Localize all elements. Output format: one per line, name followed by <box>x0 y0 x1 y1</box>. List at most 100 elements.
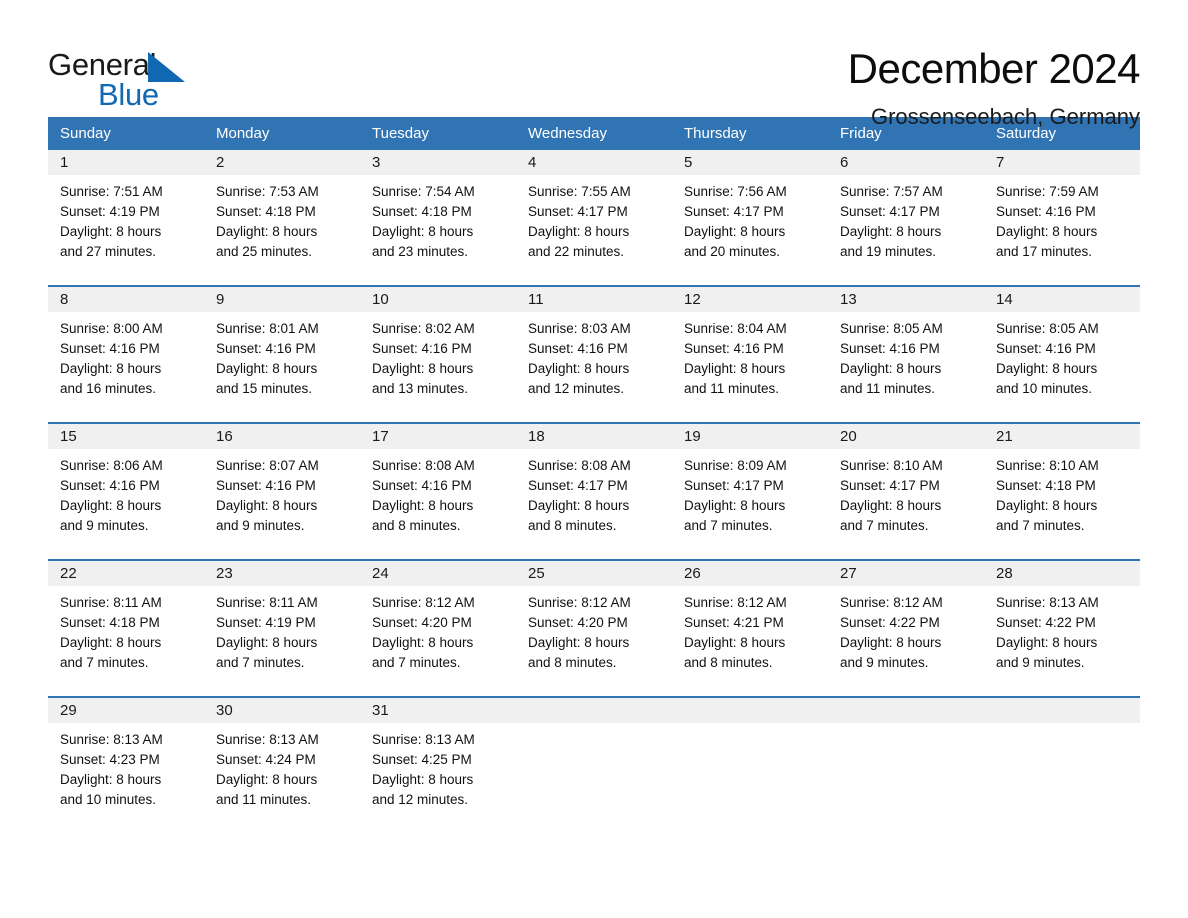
daylight-text-line2: and 27 minutes. <box>60 244 157 259</box>
sunrise-text: Sunrise: 8:13 AM <box>372 732 475 747</box>
sunrise-text: Sunrise: 8:12 AM <box>372 595 475 610</box>
day-details: Sunrise: 7:51 AM Sunset: 4:19 PM Dayligh… <box>48 175 204 262</box>
daylight-text-line1: Daylight: 8 hours <box>60 772 162 787</box>
day-details: Sunrise: 8:06 AM Sunset: 4:16 PM Dayligh… <box>48 449 204 536</box>
weekday-header-sunday: Sunday <box>60 125 111 142</box>
calendar-day-cell[interactable]: 28 Sunrise: 8:13 AM Sunset: 4:22 PM Dayl… <box>984 561 1140 686</box>
daylight-text-line2: and 7 minutes. <box>684 518 773 533</box>
daylight-text-line1: Daylight: 8 hours <box>840 224 942 239</box>
daylight-text-line2: and 9 minutes. <box>840 655 929 670</box>
logo-text-blue: Blue <box>98 77 159 112</box>
daylight-text-line1: Daylight: 8 hours <box>684 224 786 239</box>
daylight-text-line1: Daylight: 8 hours <box>216 498 318 513</box>
calendar-day-cell[interactable]: 24 Sunrise: 8:12 AM Sunset: 4:20 PM Dayl… <box>360 561 516 686</box>
daylight-text-line2: and 11 minutes. <box>840 381 936 396</box>
day-number: 9 <box>204 287 360 312</box>
day-details: Sunrise: 8:00 AM Sunset: 4:16 PM Dayligh… <box>48 312 204 399</box>
calendar-day-cell[interactable]: 6 Sunrise: 7:57 AM Sunset: 4:17 PM Dayli… <box>828 150 984 275</box>
daylight-text-line1: Daylight: 8 hours <box>60 361 162 376</box>
calendar-day-cell[interactable]: 3 Sunrise: 7:54 AM Sunset: 4:18 PM Dayli… <box>360 150 516 275</box>
sunset-text: Sunset: 4:19 PM <box>216 615 316 630</box>
calendar-day-cell[interactable]: 26 Sunrise: 8:12 AM Sunset: 4:21 PM Dayl… <box>672 561 828 686</box>
calendar-day-cell[interactable]: 25 Sunrise: 8:12 AM Sunset: 4:20 PM Dayl… <box>516 561 672 686</box>
daylight-text-line1: Daylight: 8 hours <box>372 498 474 513</box>
day-details: Sunrise: 8:12 AM Sunset: 4:20 PM Dayligh… <box>516 586 672 673</box>
daylight-text-line2: and 17 minutes. <box>996 244 1093 259</box>
sunrise-text: Sunrise: 7:56 AM <box>684 184 787 199</box>
calendar-day-cell[interactable]: 7 Sunrise: 7:59 AM Sunset: 4:16 PM Dayli… <box>984 150 1140 275</box>
sunrise-text: Sunrise: 8:05 AM <box>996 321 1099 336</box>
calendar-day-cell[interactable]: 4 Sunrise: 7:55 AM Sunset: 4:17 PM Dayli… <box>516 150 672 275</box>
calendar-day-cell[interactable]: 17 Sunrise: 8:08 AM Sunset: 4:16 PM Dayl… <box>360 424 516 549</box>
calendar-day-cell[interactable]: 31 Sunrise: 8:13 AM Sunset: 4:25 PM Dayl… <box>360 698 516 823</box>
calendar-day-cell[interactable]: 30 Sunrise: 8:13 AM Sunset: 4:24 PM Dayl… <box>204 698 360 823</box>
sunset-text: Sunset: 4:16 PM <box>684 341 784 356</box>
calendar-day-cell[interactable]: 29 Sunrise: 8:13 AM Sunset: 4:23 PM Dayl… <box>48 698 204 823</box>
daylight-text-line2: and 8 minutes. <box>528 518 617 533</box>
calendar-day-cell[interactable]: 21 Sunrise: 8:10 AM Sunset: 4:18 PM Dayl… <box>984 424 1140 549</box>
sunset-text: Sunset: 4:20 PM <box>528 615 628 630</box>
calendar-day-cell[interactable]: 23 Sunrise: 8:11 AM Sunset: 4:19 PM Dayl… <box>204 561 360 686</box>
day-details: Sunrise: 7:53 AM Sunset: 4:18 PM Dayligh… <box>204 175 360 262</box>
sunset-text: Sunset: 4:16 PM <box>216 341 316 356</box>
daylight-text-line1: Daylight: 8 hours <box>60 224 162 239</box>
calendar-day-cell[interactable]: 22 Sunrise: 8:11 AM Sunset: 4:18 PM Dayl… <box>48 561 204 686</box>
day-details: Sunrise: 8:13 AM Sunset: 4:22 PM Dayligh… <box>984 586 1140 673</box>
calendar-week-row: 8 Sunrise: 8:00 AM Sunset: 4:16 PM Dayli… <box>48 285 1140 412</box>
sunset-text: Sunset: 4:23 PM <box>60 752 160 767</box>
sunrise-text: Sunrise: 8:05 AM <box>840 321 943 336</box>
sunrise-text: Sunrise: 8:13 AM <box>996 595 1099 610</box>
sunset-text: Sunset: 4:17 PM <box>684 478 784 493</box>
calendar-day-cell[interactable]: 27 Sunrise: 8:12 AM Sunset: 4:22 PM Dayl… <box>828 561 984 686</box>
calendar-day-cell[interactable]: 18 Sunrise: 8:08 AM Sunset: 4:17 PM Dayl… <box>516 424 672 549</box>
calendar-day-cell[interactable]: 5 Sunrise: 7:56 AM Sunset: 4:17 PM Dayli… <box>672 150 828 275</box>
calendar-day-cell[interactable]: 12 Sunrise: 8:04 AM Sunset: 4:16 PM Dayl… <box>672 287 828 412</box>
daylight-text-line1: Daylight: 8 hours <box>60 498 162 513</box>
daylight-text-line1: Daylight: 8 hours <box>684 635 786 650</box>
daylight-text-line2: and 8 minutes. <box>684 655 773 670</box>
calendar-day-cell[interactable]: 10 Sunrise: 8:02 AM Sunset: 4:16 PM Dayl… <box>360 287 516 412</box>
day-details: Sunrise: 8:08 AM Sunset: 4:16 PM Dayligh… <box>360 449 516 536</box>
daylight-text-line2: and 19 minutes. <box>840 244 937 259</box>
day-number <box>984 698 1140 723</box>
day-details: Sunrise: 8:12 AM Sunset: 4:22 PM Dayligh… <box>828 586 984 673</box>
daylight-text-line2: and 7 minutes. <box>60 655 149 670</box>
calendar-day-cell[interactable]: 8 Sunrise: 8:00 AM Sunset: 4:16 PM Dayli… <box>48 287 204 412</box>
daylight-text-line2: and 12 minutes. <box>528 381 625 396</box>
calendar-day-cell[interactable]: 9 Sunrise: 8:01 AM Sunset: 4:16 PM Dayli… <box>204 287 360 412</box>
day-number: 20 <box>828 424 984 449</box>
day-details: Sunrise: 8:08 AM Sunset: 4:17 PM Dayligh… <box>516 449 672 536</box>
calendar-day-cell[interactable]: 16 Sunrise: 8:07 AM Sunset: 4:16 PM Dayl… <box>204 424 360 549</box>
daylight-text-line1: Daylight: 8 hours <box>372 224 474 239</box>
calendar-day-cell[interactable]: 19 Sunrise: 8:09 AM Sunset: 4:17 PM Dayl… <box>672 424 828 549</box>
calendar-day-cell[interactable]: 13 Sunrise: 8:05 AM Sunset: 4:16 PM Dayl… <box>828 287 984 412</box>
sunset-text: Sunset: 4:16 PM <box>372 478 472 493</box>
calendar-day-cell[interactable]: 15 Sunrise: 8:06 AM Sunset: 4:16 PM Dayl… <box>48 424 204 549</box>
day-details: Sunrise: 7:54 AM Sunset: 4:18 PM Dayligh… <box>360 175 516 262</box>
day-details: Sunrise: 8:04 AM Sunset: 4:16 PM Dayligh… <box>672 312 828 399</box>
sunrise-text: Sunrise: 8:04 AM <box>684 321 787 336</box>
calendar-day-cell[interactable]: 1 Sunrise: 7:51 AM Sunset: 4:19 PM Dayli… <box>48 150 204 275</box>
sunrise-text: Sunrise: 7:57 AM <box>840 184 943 199</box>
day-details: Sunrise: 8:02 AM Sunset: 4:16 PM Dayligh… <box>360 312 516 399</box>
sunset-text: Sunset: 4:17 PM <box>840 478 940 493</box>
sunrise-text: Sunrise: 7:59 AM <box>996 184 1099 199</box>
day-number: 3 <box>360 150 516 175</box>
calendar-day-cell[interactable]: 20 Sunrise: 8:10 AM Sunset: 4:17 PM Dayl… <box>828 424 984 549</box>
day-details: Sunrise: 7:57 AM Sunset: 4:17 PM Dayligh… <box>828 175 984 262</box>
daylight-text-line2: and 8 minutes. <box>372 518 461 533</box>
calendar-day-cell[interactable]: 11 Sunrise: 8:03 AM Sunset: 4:16 PM Dayl… <box>516 287 672 412</box>
sunset-text: Sunset: 4:16 PM <box>996 204 1096 219</box>
day-number: 11 <box>516 287 672 312</box>
day-number: 12 <box>672 287 828 312</box>
sunset-text: Sunset: 4:16 PM <box>996 341 1096 356</box>
calendar-day-cell[interactable]: 14 Sunrise: 8:05 AM Sunset: 4:16 PM Dayl… <box>984 287 1140 412</box>
calendar-day-cell[interactable]: 2 Sunrise: 7:53 AM Sunset: 4:18 PM Dayli… <box>204 150 360 275</box>
sunset-text: Sunset: 4:25 PM <box>372 752 472 767</box>
day-details: Sunrise: 8:01 AM Sunset: 4:16 PM Dayligh… <box>204 312 360 399</box>
sunrise-text: Sunrise: 8:10 AM <box>996 458 1099 473</box>
sunset-text: Sunset: 4:16 PM <box>840 341 940 356</box>
sunrise-text: Sunrise: 8:12 AM <box>528 595 631 610</box>
day-number: 13 <box>828 287 984 312</box>
day-details: Sunrise: 8:10 AM Sunset: 4:17 PM Dayligh… <box>828 449 984 536</box>
